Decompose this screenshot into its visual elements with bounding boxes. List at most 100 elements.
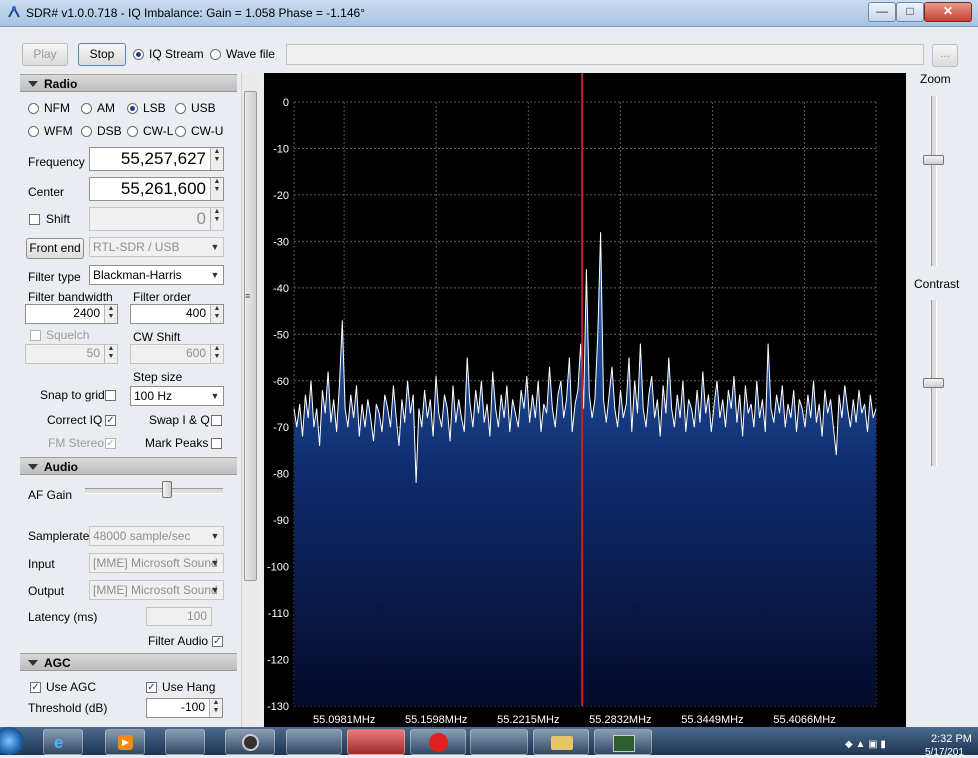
spectrum-chart[interactable]: 0 -10 -20 -30 -40 -50 -60 -70 -80 -90 -100 -110 -120…: [264, 73, 906, 727]
correct-iq-label: Correct IQ: [47, 413, 103, 427]
tray-icons[interactable]: ◆ ▲ ▣ ▮: [845, 739, 886, 750]
squelch-checkbox[interactable]: [30, 330, 41, 341]
filter-order-label: Filter order: [133, 290, 192, 304]
fm-stereo-checkbox[interactable]: ✓: [105, 438, 116, 449]
mark-peaks-checkbox[interactable]: [211, 438, 222, 449]
spectrum-display[interactable]: 0 -10 -20 -30 -40 -50 -60 -70 -80 -90 -100 -110 -120…: [264, 73, 906, 727]
radio-section-header[interactable]: Radio: [20, 74, 237, 92]
cw-shift-label: CW Shift: [133, 330, 181, 344]
frequency-spinner[interactable]: ▲ ▼: [210, 148, 223, 170]
frequency-value: 55,257,627: [120, 149, 206, 168]
filter-bandwidth-label: Filter bandwidth: [28, 290, 113, 304]
maximize-button[interactable]: □: [896, 2, 924, 22]
filter-type-select[interactable]: Blackman-Harris ▼: [89, 265, 224, 285]
y-tick-label: -110: [268, 608, 289, 620]
center-spinner[interactable]: ▲ ▼: [210, 178, 223, 200]
y-tick-label: -60: [273, 376, 289, 388]
y-axis-ticks: 0 -10 -20 -30 -40 -50 -60 -70 -80 -90 -100 -110 -120…: [267, 97, 289, 713]
filter-bandwidth-spinner[interactable]: ▲ ▼: [104, 305, 117, 323]
agc-section-header[interactable]: AGC: [20, 653, 237, 671]
taskbar-sdrsharp-icon[interactable]: [347, 729, 405, 755]
iq-stream-radio[interactable]: [133, 49, 144, 60]
center-input[interactable]: 55,261,600 ▲ ▼: [89, 177, 224, 201]
cw-shift-input[interactable]: 600 ▲ ▼: [130, 344, 224, 364]
window-title: SDR# v1.0.0.718 - IQ Imbalance: Gain = 1…: [26, 6, 365, 20]
browse-button[interactable]: ...: [932, 44, 958, 67]
filter-bandwidth-input[interactable]: 2400 ▲ ▼: [25, 304, 118, 324]
taskbar-media-icon[interactable]: ▶: [105, 729, 145, 755]
play-button[interactable]: Play: [22, 43, 68, 66]
center-label: Center: [28, 185, 65, 199]
filter-order-input[interactable]: 400 ▲ ▼: [130, 304, 224, 324]
filter-audio-checkbox[interactable]: ✓: [212, 636, 223, 647]
mode-am-radio[interactable]: [81, 103, 92, 114]
mode-cwu-radio[interactable]: [175, 126, 186, 137]
frequency-input[interactable]: 55,257,627 ▲ ▼: [89, 147, 224, 171]
mode-lsb-radio[interactable]: [127, 103, 138, 114]
threshold-input[interactable]: -100 ▲ ▼: [146, 698, 223, 718]
mode-dsb-radio[interactable]: [81, 126, 92, 137]
taskbar-games-icon[interactable]: [470, 729, 528, 755]
use-hang-checkbox[interactable]: ✓: [146, 682, 157, 693]
mode-cwu-label: CW-U: [191, 124, 224, 138]
cw-shift-spinner[interactable]: ▲ ▼: [210, 345, 223, 363]
mode-cwl-radio[interactable]: [127, 126, 138, 137]
taskbar-record-icon[interactable]: [410, 729, 466, 755]
step-size-select[interactable]: 100 Hz ▼: [130, 386, 224, 406]
shift-spinner[interactable]: ▲ ▼: [210, 208, 223, 230]
latency-input[interactable]: 100: [146, 607, 212, 626]
taskbar-monitor-icon[interactable]: [594, 729, 652, 755]
threshold-spinner[interactable]: ▲ ▼: [209, 699, 222, 717]
audio-section-title: Audio: [44, 460, 78, 474]
front-end-select[interactable]: RTL-SDR / USB ▼: [89, 237, 224, 257]
close-button[interactable]: ✕: [924, 2, 972, 22]
squelch-spinner[interactable]: ▲ ▼: [104, 345, 117, 363]
audio-section-header[interactable]: Audio: [20, 457, 237, 475]
mode-nfm-radio[interactable]: [28, 103, 39, 114]
af-gain-slider-track[interactable]: [85, 488, 223, 494]
clock-date[interactable]: 5/17/201: [925, 747, 964, 758]
taskbar-camera-icon[interactable]: [225, 729, 275, 755]
input-device-select[interactable]: [MME] Microsoft Sound ▼: [89, 553, 224, 573]
taskbar-folder-icon[interactable]: [533, 729, 589, 755]
af-gain-slider-thumb[interactable]: [161, 481, 172, 498]
y-tick-label: -100: [267, 562, 289, 574]
input-label: Input: [28, 557, 55, 571]
swap-iq-checkbox[interactable]: [211, 415, 222, 426]
title-bar[interactable]: SDR# v1.0.0.718 - IQ Imbalance: Gain = 1…: [0, 0, 978, 27]
filter-order-spinner[interactable]: ▲ ▼: [210, 305, 223, 323]
squelch-value: 50: [86, 346, 100, 360]
wave-file-radio[interactable]: [210, 49, 221, 60]
zoom-slider-thumb[interactable]: [923, 155, 944, 166]
radio-section-title: Radio: [44, 77, 78, 91]
mode-usb-radio[interactable]: [175, 103, 186, 114]
scrollbar-thumb[interactable]: [244, 91, 257, 581]
threshold-value: -100: [180, 700, 205, 714]
samplerate-select[interactable]: 48000 sample/sec ▼: [89, 526, 224, 546]
minimize-button[interactable]: —: [868, 2, 896, 22]
chevron-down-icon: ▼: [210, 270, 220, 280]
mark-peaks-label: Mark Peaks: [145, 436, 209, 450]
shift-input[interactable]: 0 ▲ ▼: [89, 207, 224, 231]
left-panel-scrollbar[interactable]: ≡: [241, 73, 258, 727]
filter-order-value: 400: [185, 306, 206, 320]
collapse-triangle-icon: [28, 81, 38, 87]
taskbar-ie-icon[interactable]: e: [43, 729, 83, 755]
output-device-select[interactable]: [MME] Microsoft Sound ▼: [89, 580, 224, 600]
shift-checkbox[interactable]: [29, 214, 40, 225]
clock-time[interactable]: 2:32 PM: [931, 733, 972, 745]
front-end-button[interactable]: Front end: [26, 238, 84, 259]
mode-wfm-radio[interactable]: [28, 126, 39, 137]
wave-file-path-input[interactable]: [286, 44, 924, 65]
correct-iq-checkbox[interactable]: ✓: [105, 415, 116, 426]
zoom-slider-track[interactable]: [931, 96, 937, 266]
taskbar-app-icon[interactable]: [286, 729, 342, 755]
taskbar-user-icon[interactable]: [165, 729, 205, 755]
use-agc-checkbox[interactable]: ✓: [30, 682, 41, 693]
squelch-input[interactable]: 50 ▲ ▼: [25, 344, 118, 364]
x-tick-label: 55.4066MHz: [773, 714, 835, 726]
mode-wfm-label: WFM: [44, 124, 73, 138]
snap-to-grid-checkbox[interactable]: [105, 390, 116, 401]
stop-button[interactable]: Stop: [78, 43, 126, 66]
contrast-slider-thumb[interactable]: [923, 378, 944, 388]
